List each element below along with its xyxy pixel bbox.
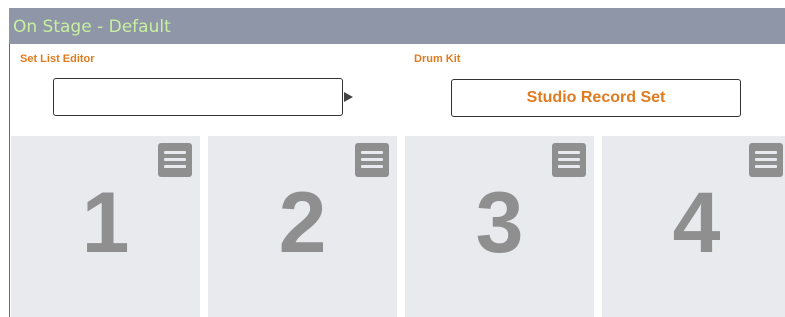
menu-icon[interactable] xyxy=(552,143,586,177)
pad-number: 4 xyxy=(672,175,721,271)
pad-number: 1 xyxy=(81,175,130,271)
left-border xyxy=(9,44,10,317)
pad-number: 2 xyxy=(278,175,327,271)
menu-icon[interactable] xyxy=(749,143,783,177)
play-arrow-icon[interactable] xyxy=(344,92,353,102)
window-title: On Stage - Default xyxy=(13,17,171,37)
title-bar: On Stage - Default xyxy=(9,8,785,44)
pad-1[interactable]: 1 xyxy=(11,136,200,317)
pad-2[interactable]: 2 xyxy=(208,136,397,317)
drumkit-button[interactable]: Studio Record Set xyxy=(451,79,741,117)
menu-icon[interactable] xyxy=(158,143,192,177)
pad-number: 3 xyxy=(475,175,524,271)
setlist-label: Set List Editor xyxy=(20,53,95,65)
drumkit-label: Drum Kit xyxy=(414,53,461,65)
setlist-field[interactable] xyxy=(53,78,343,116)
pad-3[interactable]: 3 xyxy=(405,136,594,317)
menu-icon[interactable] xyxy=(355,143,389,177)
pad-4[interactable]: 4 xyxy=(602,136,785,317)
